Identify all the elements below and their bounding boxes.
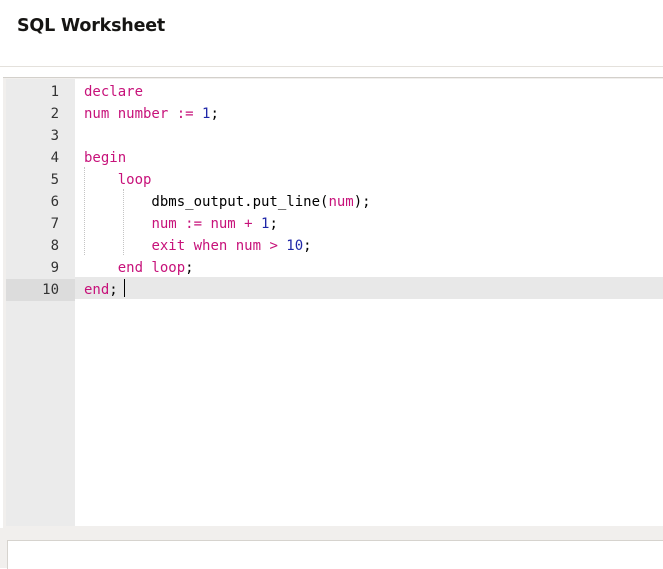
number-token: 10 <box>286 238 304 254</box>
code-line[interactable]: loop <box>84 169 152 191</box>
code-line[interactable]: begin <box>84 147 126 169</box>
page-title: SQL Worksheet <box>17 16 166 36</box>
text-token: ); <box>353 194 371 210</box>
keyword-token: begin <box>84 150 127 166</box>
worksheet-header: SQL Worksheet <box>0 0 663 67</box>
keyword-token: := <box>176 106 194 122</box>
text-token: ; <box>185 260 194 276</box>
line-number: 1 <box>50 84 59 100</box>
text-token: ; <box>109 282 118 298</box>
text-token: dbms_output.put_line( <box>84 194 329 210</box>
keyword-token: declare <box>84 84 144 100</box>
keyword-token: loop <box>117 172 152 188</box>
keyword-token: end <box>84 282 110 298</box>
line-number-gutter: 1 2 3 4 5 6 7 8 9 10 <box>6 79 75 526</box>
keyword-token: num number <box>84 106 177 122</box>
code-line[interactable]: end; <box>84 279 118 301</box>
active-line-highlight <box>75 277 663 299</box>
editor-frame: 1 2 3 4 5 6 7 8 9 10 declare num number := 1; begin… <box>3 77 663 529</box>
line-number: 9 <box>50 260 59 276</box>
keyword-token: num <box>328 194 354 210</box>
indent-guide <box>123 189 124 255</box>
keyword-token: exit when num > <box>151 238 287 254</box>
output-panel[interactable] <box>7 540 663 569</box>
text-token: ; <box>210 106 219 122</box>
indent-guide <box>84 167 85 255</box>
line-number: 5 <box>50 172 59 188</box>
text-cursor <box>124 279 125 297</box>
code-line[interactable]: dbms_output.put_line(num); <box>84 191 371 213</box>
line-number: 8 <box>50 238 59 254</box>
code-line[interactable]: end loop; <box>84 257 194 279</box>
line-number: 6 <box>50 194 59 210</box>
line-number: 7 <box>50 216 59 232</box>
keyword-token: num := num + <box>151 216 262 232</box>
code-line[interactable]: num number := 1; <box>84 103 219 125</box>
text-token: ; <box>269 216 278 232</box>
line-number: 3 <box>50 128 59 144</box>
keyword-token: end loop <box>117 260 186 276</box>
code-line[interactable]: declare <box>84 81 143 103</box>
line-number: 10 <box>6 279 75 301</box>
line-number: 4 <box>50 150 59 166</box>
code-line[interactable]: num := num + 1; <box>84 213 278 235</box>
code-editor[interactable]: 1 2 3 4 5 6 7 8 9 10 declare num number := 1; begin… <box>6 79 663 526</box>
code-line[interactable]: exit when num > 10; <box>84 235 312 257</box>
text-token: ; <box>303 238 312 254</box>
line-number: 2 <box>50 106 59 122</box>
